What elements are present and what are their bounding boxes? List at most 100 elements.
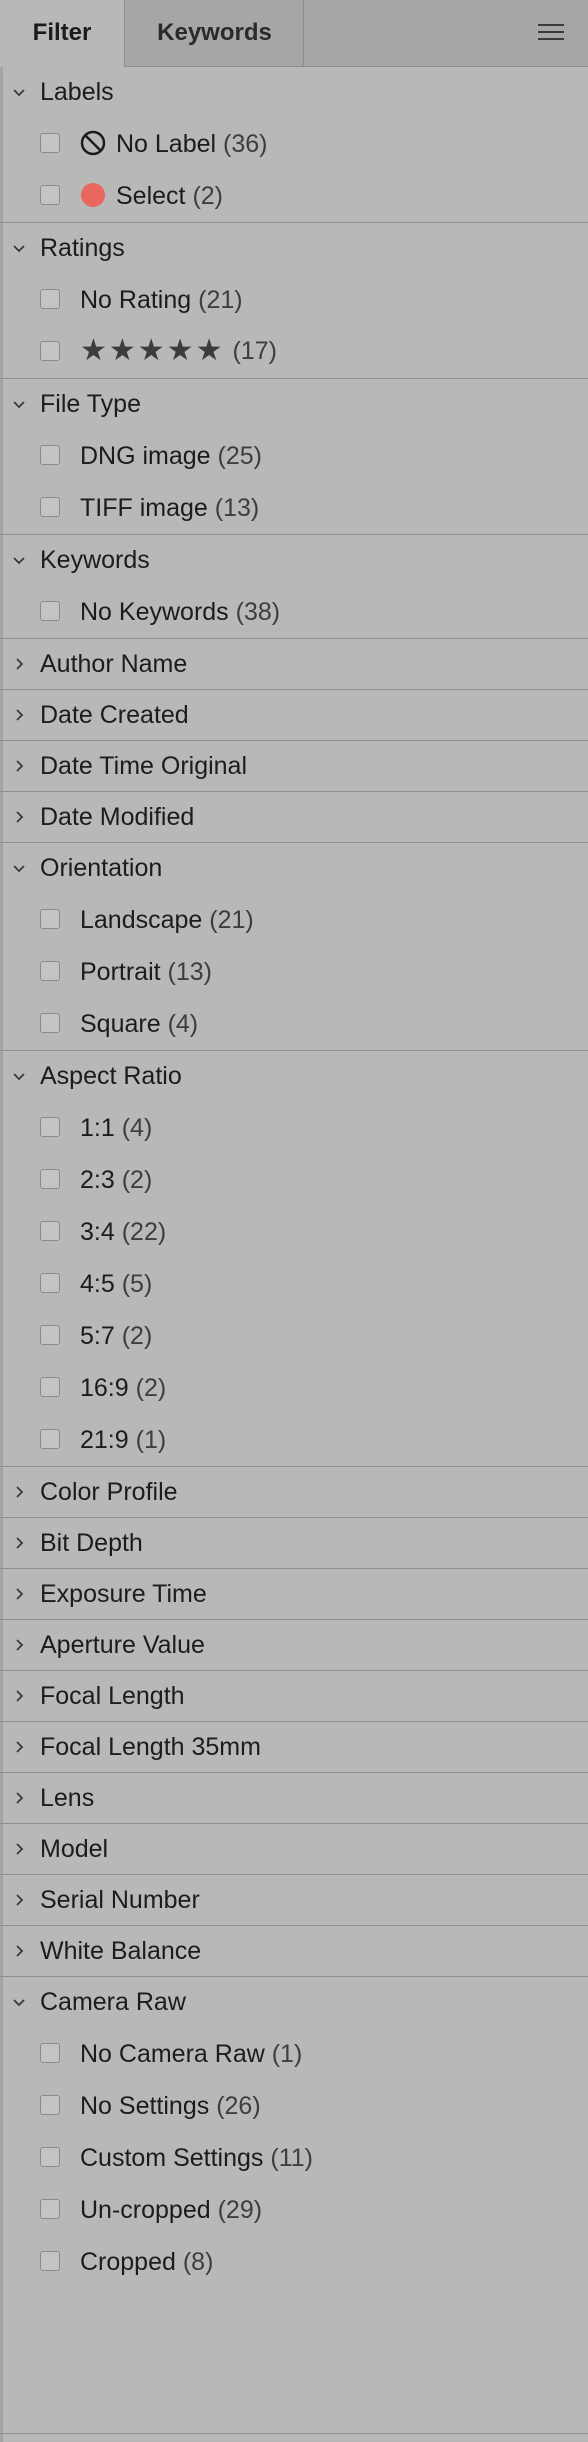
section-header-labels[interactable]: Labels	[0, 67, 588, 118]
section-title: Date Created	[40, 700, 189, 729]
section-header-lens[interactable]: Lens	[0, 1773, 588, 1824]
checkbox[interactable]	[40, 2251, 60, 2271]
filter-item-dng-image[interactable]: DNG image (25)	[0, 430, 588, 482]
section-header-white-balance[interactable]: White Balance	[0, 1926, 588, 1977]
filter-item-portrait[interactable]: Portrait (13)	[0, 946, 588, 998]
filter-item-ratio-4-5[interactable]: 4:5 (5)	[0, 1258, 588, 1310]
section-title: Ratings	[40, 234, 125, 262]
item-label: No Camera Raw	[80, 2039, 265, 2068]
section-header-file-type[interactable]: File Type	[0, 379, 588, 430]
checkbox[interactable]	[40, 1117, 60, 1137]
section-header-date-created[interactable]: Date Created	[0, 690, 588, 741]
filter-item-ratio-16-9[interactable]: 16:9 (2)	[0, 1362, 588, 1414]
checkbox[interactable]	[40, 601, 60, 621]
checkbox[interactable]	[40, 133, 60, 153]
checkbox[interactable]	[40, 1221, 60, 1241]
section-header-camera-raw[interactable]: Camera Raw	[0, 1977, 588, 2028]
tab-filter[interactable]: Filter	[0, 0, 125, 67]
checkbox[interactable]	[40, 1429, 60, 1449]
filter-item-tiff-image[interactable]: TIFF image (13)	[0, 482, 588, 534]
section-header-color-profile[interactable]: Color Profile	[0, 1467, 588, 1518]
chevron-right-icon	[16, 709, 24, 721]
filter-item-no-keywords[interactable]: No Keywords (38)	[0, 586, 588, 638]
checkbox[interactable]	[40, 1377, 60, 1397]
filter-item-five-stars[interactable]: ★★★★★ (17)	[0, 326, 588, 378]
item-count: (8)	[182, 2247, 214, 2276]
section-header-aspect-ratio[interactable]: Aspect Ratio	[0, 1051, 588, 1102]
checkbox[interactable]	[40, 289, 60, 309]
section-header-date-time-original[interactable]: Date Time Original	[0, 741, 588, 792]
section-header-date-modified[interactable]: Date Modified	[0, 792, 588, 843]
filter-item-ratio-21-9[interactable]: 21:9 (1)	[0, 1414, 588, 1466]
hamburger-menu-icon[interactable]	[538, 24, 564, 42]
filter-item-landscape[interactable]: Landscape (21)	[0, 894, 588, 946]
item-label: 2:3	[80, 1165, 115, 1194]
checkbox[interactable]	[40, 909, 60, 929]
section-header-serial-number[interactable]: Serial Number	[0, 1875, 588, 1926]
filter-item-square[interactable]: Square (4)	[0, 998, 588, 1050]
checkbox[interactable]	[40, 1325, 60, 1345]
filter-item-select[interactable]: Select (2)	[0, 170, 588, 222]
section-header-model[interactable]: Model	[0, 1824, 588, 1875]
item-count: (13)	[167, 957, 213, 986]
checkbox[interactable]	[40, 445, 60, 465]
section-title: Serial Number	[40, 1885, 200, 1914]
filter-item-no-camera-raw[interactable]: No Camera Raw (1)	[0, 2028, 588, 2080]
tab-keywords[interactable]: Keywords	[126, 0, 304, 66]
section-title: Author Name	[40, 649, 188, 678]
checkbox[interactable]	[40, 1013, 60, 1033]
filter-item-ratio-3-4[interactable]: 3:4 (22)	[0, 1206, 588, 1258]
filter-item-ratio-2-3[interactable]: 2:3 (2)	[0, 1154, 588, 1206]
chevron-down-icon	[13, 1998, 25, 2006]
item-label: Landscape	[80, 905, 203, 934]
section-title: Orientation	[40, 854, 163, 882]
checkbox[interactable]	[40, 341, 60, 361]
section-header-author-name[interactable]: Author Name	[0, 639, 588, 690]
item-count: (4)	[121, 1113, 153, 1142]
checkbox[interactable]	[40, 2147, 60, 2167]
filter-item-no-rating[interactable]: No Rating (21)	[0, 274, 588, 326]
chevron-right-icon	[16, 658, 24, 670]
item-count: (4)	[167, 1009, 199, 1038]
checkbox[interactable]	[40, 497, 60, 517]
item-count: (36)	[223, 129, 268, 158]
filter-item-custom-settings[interactable]: Custom Settings (11)	[0, 2132, 588, 2184]
section-header-keywords[interactable]: Keywords	[0, 535, 588, 586]
chevron-down-icon	[13, 864, 25, 872]
section-title: Date Modified	[40, 802, 195, 831]
filter-item-ratio-5-7[interactable]: 5:7 (2)	[0, 1310, 588, 1362]
checkbox[interactable]	[40, 2095, 60, 2115]
section-header-ratings[interactable]: Ratings	[0, 223, 588, 274]
filter-item-no-settings[interactable]: No Settings (26)	[0, 2080, 588, 2132]
item-count: (5)	[121, 1269, 153, 1298]
section-header-aperture-value[interactable]: Aperture Value	[0, 1620, 588, 1671]
section-title: Aspect Ratio	[40, 1062, 182, 1090]
item-label: No Keywords	[80, 597, 229, 626]
section-header-focal-length-35mm[interactable]: Focal Length 35mm	[0, 1722, 588, 1773]
section-title: White Balance	[40, 1936, 202, 1965]
item-count: (13)	[214, 493, 260, 522]
checkbox[interactable]	[40, 2199, 60, 2219]
item-count: (2)	[135, 1373, 167, 1402]
chevron-right-icon	[16, 1894, 24, 1906]
filter-item-no-label[interactable]: No Label (36)	[0, 118, 588, 170]
filter-item-ratio-1-1[interactable]: 1:1 (4)	[0, 1102, 588, 1154]
item-label: No Label	[116, 129, 217, 158]
section-header-bit-depth[interactable]: Bit Depth	[0, 1518, 588, 1569]
section-ratings: Ratings No Rating (21) ★★★★★ (17)	[0, 223, 588, 379]
section-title: Camera Raw	[40, 1988, 186, 2016]
checkbox[interactable]	[40, 185, 60, 205]
section-title: Model	[40, 1834, 109, 1863]
checkbox[interactable]	[40, 1273, 60, 1293]
section-header-exposure-time[interactable]: Exposure Time	[0, 1569, 588, 1620]
checkbox[interactable]	[40, 961, 60, 981]
filter-item-cropped[interactable]: Cropped (8)	[0, 2236, 588, 2288]
filter-item-un-cropped[interactable]: Un-cropped (29)	[0, 2184, 588, 2236]
checkbox[interactable]	[40, 2043, 60, 2063]
checkbox[interactable]	[40, 1169, 60, 1189]
item-count: (21)	[209, 905, 254, 934]
section-header-orientation[interactable]: Orientation	[0, 843, 588, 894]
section-title: Date Time Original	[40, 751, 248, 780]
chevron-down-icon	[13, 244, 25, 252]
section-header-focal-length[interactable]: Focal Length	[0, 1671, 588, 1722]
